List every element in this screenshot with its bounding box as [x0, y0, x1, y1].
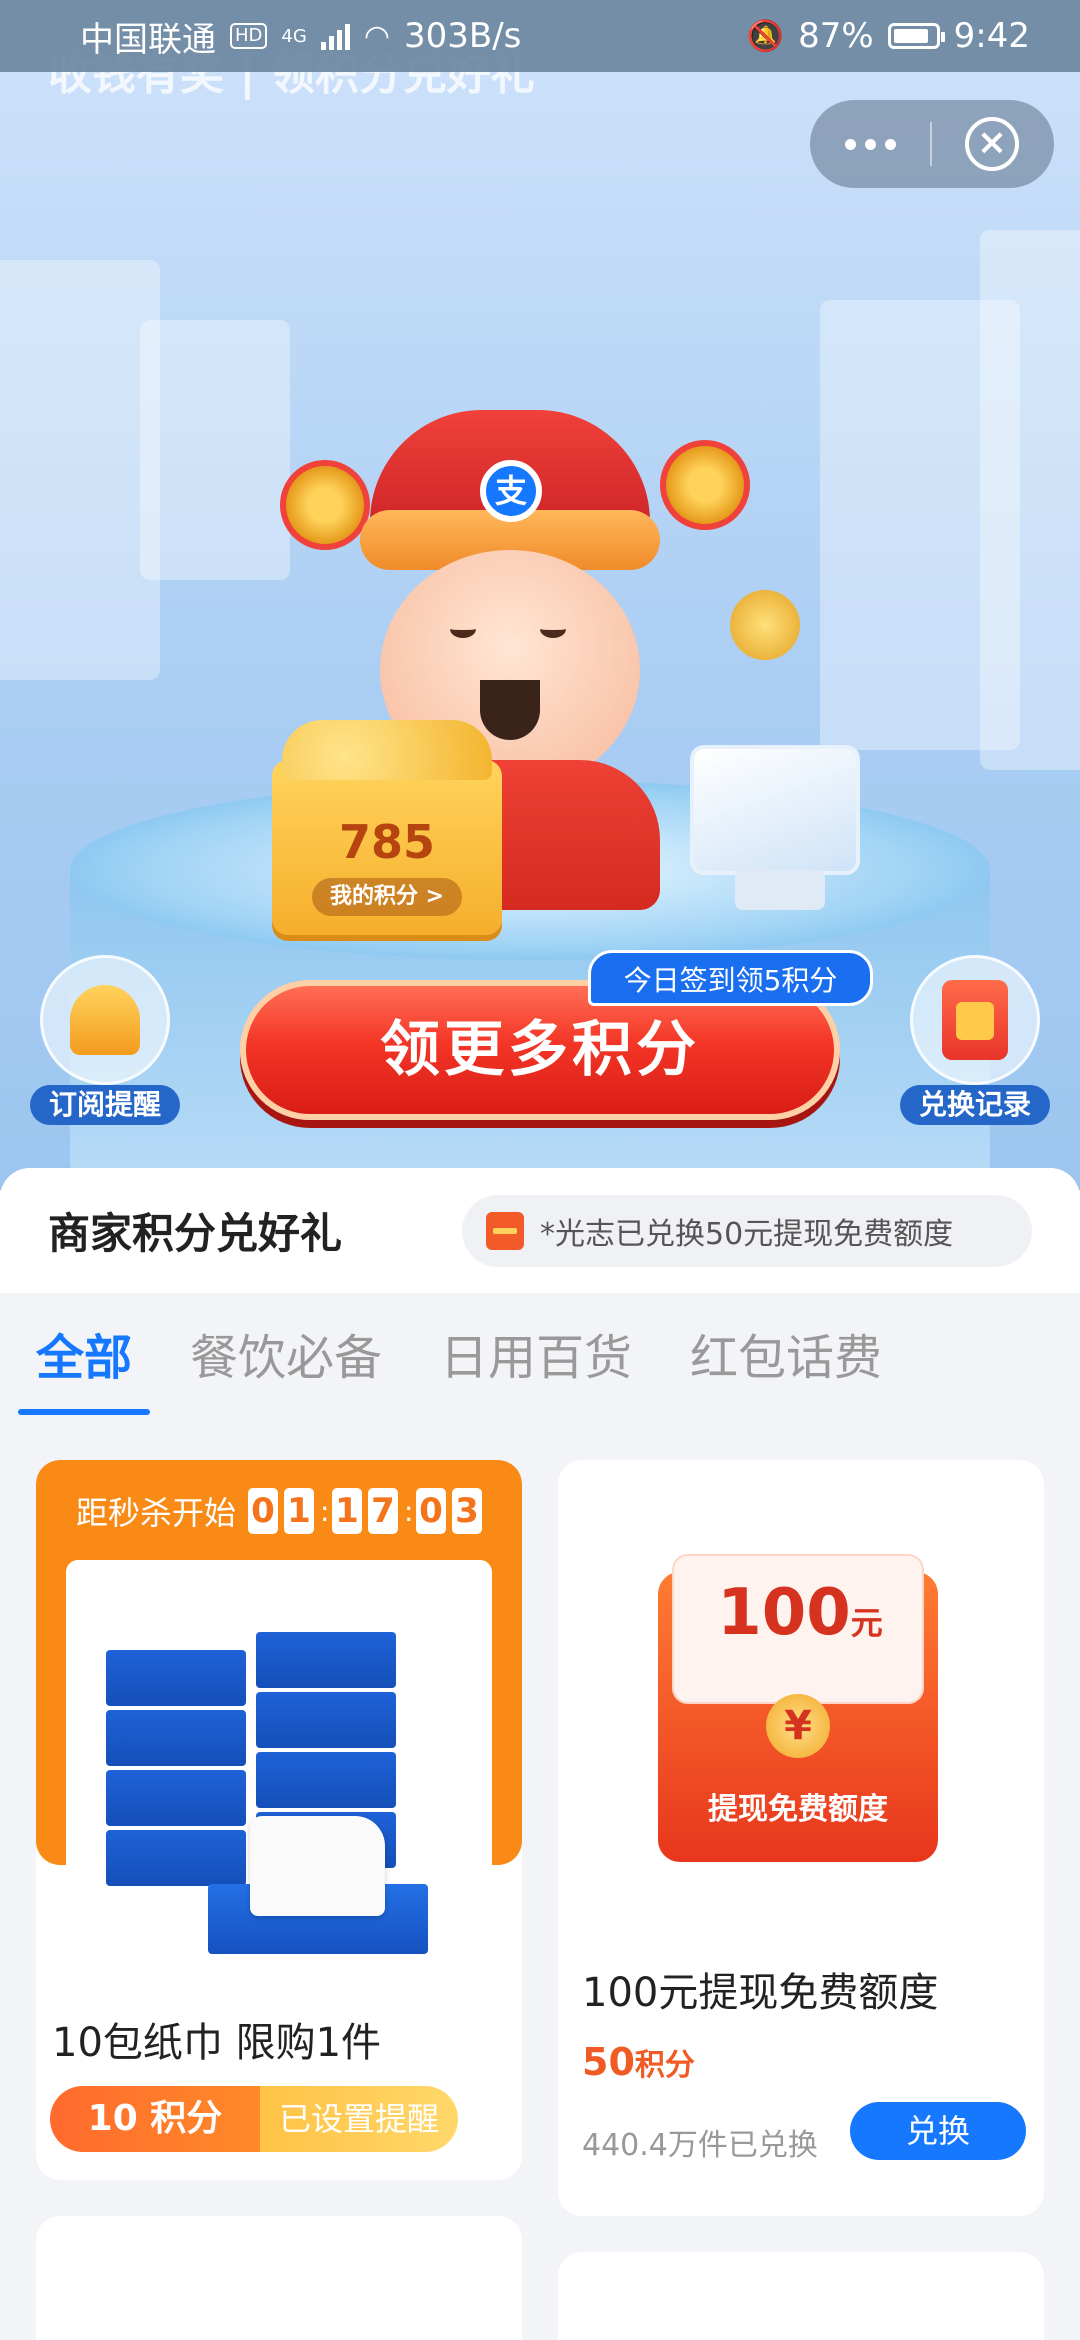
countdown-digit: 0 [416, 1488, 446, 1534]
coin-icon [660, 440, 750, 530]
checkin-tag: 今日签到领5积分 [588, 950, 873, 1006]
dot-icon [864, 138, 876, 150]
category-tabs: 全部 餐饮必备 日用百货 红包话费 [0, 1293, 1080, 1423]
network-speed: 303B/s [404, 16, 522, 56]
signal-icon [320, 22, 350, 50]
tab-red-packet-phone[interactable]: 红包话费 [690, 1293, 882, 1423]
close-icon: × [965, 117, 1019, 171]
tab-daily-goods[interactable]: 日用百货 [440, 1293, 632, 1423]
tissue-pack [106, 1770, 246, 1826]
countdown-digit: 1 [332, 1488, 362, 1534]
product-name: 10包纸巾 限购1件 [52, 2020, 382, 2066]
red-packet-amount: 100元 [674, 1576, 926, 1650]
monitor-stand [735, 870, 825, 910]
my-points-link[interactable]: 我的积分 > [312, 878, 462, 916]
product-card[interactable] [558, 2252, 1044, 2340]
section-header: 商家积分兑好礼 *光志已兑换50元提现免费额度 [0, 1168, 1080, 1293]
reminder-status[interactable]: 已设置提醒 [260, 2086, 458, 2152]
dot-icon [884, 138, 896, 150]
clock: 9:42 [953, 16, 1030, 56]
tissue-pack [256, 1752, 396, 1808]
tissue-sheet [250, 1816, 385, 1916]
mute-icon: 🔕 [746, 18, 785, 54]
tab-dining[interactable]: 餐饮必备 [190, 1293, 382, 1423]
section-title: 商家积分兑好礼 [48, 1209, 343, 1258]
my-points-box[interactable]: 785 我的积分 > [272, 720, 502, 935]
countdown-colon: : [404, 1494, 414, 1528]
countdown-colon: : [320, 1494, 330, 1528]
clipboard-icon-wrap [910, 955, 1040, 1085]
countdown-row: 距秒杀开始 0 1 : 1 7 : 0 3 [36, 1488, 522, 1534]
battery-icon [887, 23, 945, 49]
red-packet-icon [486, 1211, 524, 1250]
points-remind-pill[interactable]: 10 积分 已设置提醒 [50, 2086, 458, 2152]
product-name: 100元提现免费额度 [582, 1970, 939, 2016]
exchange-button[interactable]: 兑换 [850, 2102, 1026, 2160]
mascot-eye [540, 620, 566, 638]
product-image-tissues [66, 1560, 492, 2000]
alipay-logo-icon: 支 [480, 460, 542, 522]
countdown-label: 距秒杀开始 [75, 1494, 236, 1532]
mascot-beard [480, 680, 540, 740]
product-card-tissues[interactable]: 距秒杀开始 0 1 : 1 7 : 0 3 10包纸巾 限购1件 10 积分 已… [36, 1460, 522, 2180]
gold-ingot-icon [730, 590, 800, 660]
tissue-pack [256, 1692, 396, 1748]
amount-unit: 元 [850, 1604, 883, 1642]
dot-icon [844, 138, 856, 150]
coin-icon [280, 460, 370, 550]
points-price: 50积分 [582, 2040, 695, 2084]
subscribe-reminder-button[interactable]: 订阅提醒 [30, 955, 180, 1125]
countdown-digit: 7 [368, 1488, 398, 1534]
status-bar: 中国联通 HD 4G ◠ 303B/s 🔕 87% 9:42 [0, 0, 1080, 72]
hd-badge: HD [230, 23, 268, 49]
countdown-digit: 3 [452, 1488, 482, 1534]
ticker-text: *光志已兑换50元提现免费额度 [540, 1216, 954, 1252]
subscribe-reminder-label: 订阅提醒 [30, 1085, 180, 1125]
carrier-name: 中国联通 [80, 19, 216, 60]
product-card[interactable] [36, 2216, 522, 2340]
network-type: 4G [281, 25, 307, 47]
clipboard-icon [942, 980, 1008, 1060]
background-building [140, 320, 290, 580]
gold-coins-icon [282, 720, 492, 780]
tissue-pack [106, 1830, 246, 1886]
countdown-digit: 1 [284, 1488, 314, 1534]
tab-all[interactable]: 全部 [17, 1293, 151, 1423]
hero-banner: 收钱有奖 | 领积分兑好礼 支 785 我的积分 > 订阅提醒 兑换记录 领更多… [0, 0, 1080, 1190]
yuan-coin-icon: ¥ [766, 1694, 830, 1758]
content-area: 商家积分兑好礼 *光志已兑换50元提现免费额度 全部 餐饮必备 日用百货 红包话… [0, 1168, 1080, 2340]
red-packet-top: 100元 [672, 1554, 924, 1704]
red-packet-label: 提现免费额度 [708, 1792, 888, 1827]
tissue-pack [256, 1632, 396, 1688]
exchange-records-button[interactable]: 兑换记录 [900, 955, 1050, 1125]
product-card-cash-quota[interactable]: 100元 ¥ 提现免费额度 100元提现免费额度 50积分 440.4万件已兑换… [558, 1460, 1044, 2216]
monitor-illustration [690, 745, 860, 875]
points-price: 10 积分 [50, 2086, 260, 2152]
bell-icon-wrap [40, 955, 170, 1085]
miniapp-capsule: × [810, 100, 1054, 188]
tissue-pack [106, 1650, 246, 1706]
countdown-digit: 0 [248, 1488, 278, 1534]
bell-icon [70, 985, 140, 1055]
exchange-records-label: 兑换记录 [900, 1085, 1050, 1125]
price-unit: 积分 [634, 2048, 695, 2083]
close-button[interactable]: × [932, 100, 1052, 188]
amount-number: 100 [717, 1576, 851, 1650]
wifi-icon: ◠ [363, 18, 390, 54]
price-value: 50 [582, 2040, 635, 2084]
more-button[interactable] [810, 100, 930, 188]
exchange-ticker: *光志已兑换50元提现免费额度 [462, 1194, 1032, 1267]
mascot-eye [450, 620, 476, 638]
red-packet-image: 100元 ¥ 提现免费额度 [658, 1554, 938, 1862]
battery-percent: 87% [798, 16, 874, 56]
tissue-pack [106, 1710, 246, 1766]
background-building [0, 260, 160, 680]
sold-count: 440.4万件已兑换 [582, 2128, 818, 2163]
points-value: 785 [338, 815, 436, 869]
background-building [980, 230, 1080, 770]
